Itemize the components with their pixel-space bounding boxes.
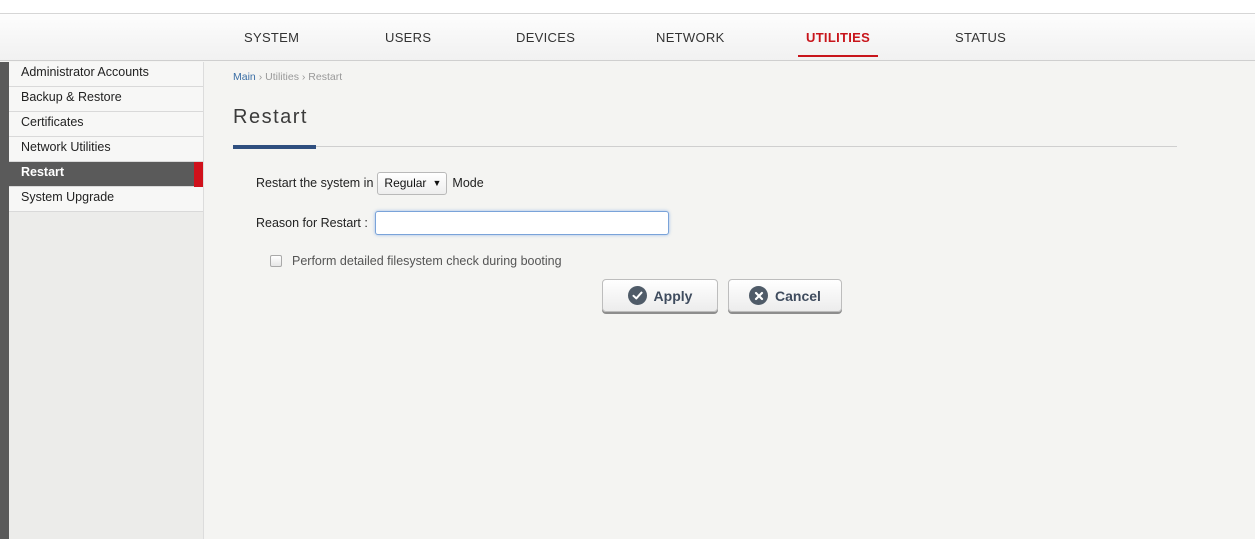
top-strip xyxy=(0,0,1255,13)
sidebar-item-label: Network Utilities xyxy=(21,140,111,154)
mode-suffix-label: Mode xyxy=(452,176,484,190)
tab-status[interactable]: STATUS xyxy=(955,14,1006,61)
apply-label: Apply xyxy=(653,287,693,304)
active-marker xyxy=(194,162,203,187)
caret-down-icon: ▼ xyxy=(432,178,442,188)
title-accent-bar xyxy=(233,145,316,149)
sidebar-item-label: Backup & Restore xyxy=(21,90,122,104)
breadcrumb: Main › Utilities › Restart xyxy=(233,71,342,83)
check-circle-icon xyxy=(627,286,647,305)
fsck-row: Perform detailed filesystem check during… xyxy=(270,252,562,270)
sidebar-item-restart[interactable]: Restart xyxy=(9,162,203,187)
restart-mode-select[interactable]: Regular ▼ xyxy=(377,171,448,195)
tab-network[interactable]: NETWORK xyxy=(656,14,725,61)
top-navigation: SYSTEM USERS DEVICES NETWORK UTILITIES S… xyxy=(0,13,1255,61)
mode-prefix-label: Restart the system in xyxy=(256,176,374,190)
cancel-label: Cancel xyxy=(775,287,821,304)
tab-utilities[interactable]: UTILITIES xyxy=(797,14,879,61)
breadcrumb-current: Restart xyxy=(308,71,343,83)
x-circle-icon xyxy=(749,286,769,305)
sidebar-item-backup-restore[interactable]: Backup & Restore xyxy=(9,87,203,112)
breadcrumb-main[interactable]: Main xyxy=(233,71,256,83)
breadcrumb-separator: › xyxy=(301,71,306,83)
sidebar: Administrator Accounts Backup & Restore … xyxy=(0,62,204,539)
tab-devices[interactable]: DEVICES xyxy=(516,14,575,61)
reason-label: Reason for Restart : xyxy=(256,216,368,230)
sidebar-item-administrator-accounts[interactable]: Administrator Accounts xyxy=(9,62,203,87)
sidebar-edge xyxy=(0,62,9,539)
sidebar-item-network-utilities[interactable]: Network Utilities xyxy=(9,137,203,162)
apply-button[interactable]: Apply xyxy=(602,279,718,312)
cancel-button[interactable]: Cancel xyxy=(728,279,842,312)
page-title: Restart xyxy=(233,106,308,128)
reason-input[interactable] xyxy=(374,211,669,235)
restart-mode-row: Restart the system in Regular ▼ Mode xyxy=(256,170,484,196)
sidebar-menu: Administrator Accounts Backup & Restore … xyxy=(9,62,203,212)
tab-users[interactable]: USERS xyxy=(385,14,431,61)
sidebar-item-label: System Upgrade xyxy=(21,190,115,204)
fsck-checkbox[interactable] xyxy=(270,255,282,267)
sidebar-item-certificates[interactable]: Certificates xyxy=(9,112,203,137)
breadcrumb-separator: › xyxy=(258,71,263,83)
title-divider xyxy=(233,146,1177,147)
tab-system[interactable]: SYSTEM xyxy=(244,14,299,61)
reason-row: Reason for Restart : xyxy=(256,210,669,236)
fsck-label: Perform detailed filesystem check during… xyxy=(292,254,562,268)
main-content: Main › Utilities › Restart Restart Resta… xyxy=(204,62,1255,539)
sidebar-item-system-upgrade[interactable]: System Upgrade xyxy=(9,187,203,212)
sidebar-item-label: Restart xyxy=(21,165,65,179)
breadcrumb-utilities: Utilities xyxy=(265,71,299,83)
sidebar-item-label: Certificates xyxy=(21,115,84,129)
restart-mode-value: Regular xyxy=(384,176,427,190)
sidebar-item-label: Administrator Accounts xyxy=(21,65,149,79)
